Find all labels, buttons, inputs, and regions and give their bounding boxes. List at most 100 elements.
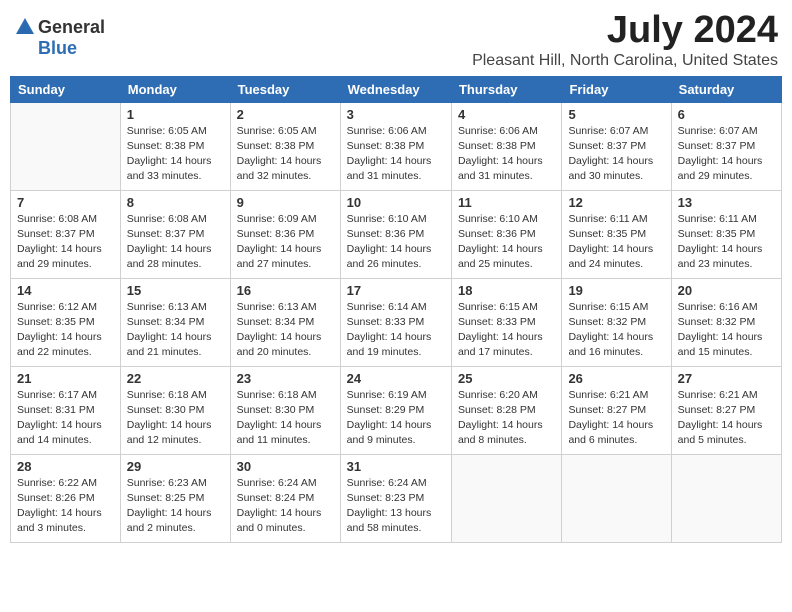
day-info: Sunrise: 6:16 AMSunset: 8:32 PMDaylight:… <box>678 300 775 361</box>
calendar-cell: 6 Sunrise: 6:07 AMSunset: 8:37 PMDaylight… <box>671 102 781 190</box>
day-number: 7 <box>17 195 114 210</box>
day-number: 6 <box>678 107 775 122</box>
day-number: 26 <box>568 371 664 386</box>
day-number: 18 <box>458 283 555 298</box>
calendar-cell: 5 Sunrise: 6:07 AMSunset: 8:37 PMDaylight… <box>562 102 671 190</box>
calendar-cell: 30 Sunrise: 6:24 AMSunset: 8:24 PMDayligh… <box>230 454 340 542</box>
day-number: 13 <box>678 195 775 210</box>
calendar-cell: 26 Sunrise: 6:21 AMSunset: 8:27 PMDayligh… <box>562 366 671 454</box>
calendar-cell: 21 Sunrise: 6:17 AMSunset: 8:31 PMDayligh… <box>11 366 121 454</box>
day-info: Sunrise: 6:17 AMSunset: 8:31 PMDaylight:… <box>17 388 114 449</box>
day-info: Sunrise: 6:14 AMSunset: 8:33 PMDaylight:… <box>347 300 445 361</box>
day-info: Sunrise: 6:10 AMSunset: 8:36 PMDaylight:… <box>347 212 445 273</box>
day-info: Sunrise: 6:06 AMSunset: 8:38 PMDaylight:… <box>458 124 555 185</box>
calendar-table: SundayMondayTuesdayWednesdayThursdayFrid… <box>10 76 782 543</box>
logo-icon <box>14 16 36 38</box>
day-number: 11 <box>458 195 555 210</box>
day-number: 29 <box>127 459 224 474</box>
day-info: Sunrise: 6:15 AMSunset: 8:32 PMDaylight:… <box>568 300 664 361</box>
day-info: Sunrise: 6:21 AMSunset: 8:27 PMDaylight:… <box>678 388 775 449</box>
day-info: Sunrise: 6:06 AMSunset: 8:38 PMDaylight:… <box>347 124 445 185</box>
day-info: Sunrise: 6:11 AMSunset: 8:35 PMDaylight:… <box>568 212 664 273</box>
calendar-cell: 3Sunrise: 6:06 AMSunset: 8:38 PMDaylight… <box>340 102 451 190</box>
calendar-week-row: 7 Sunrise: 6:08 AMSunset: 8:37 PMDaylight… <box>11 190 782 278</box>
day-info: Sunrise: 6:18 AMSunset: 8:30 PMDaylight:… <box>127 388 224 449</box>
calendar-week-row: 21 Sunrise: 6:17 AMSunset: 8:31 PMDayligh… <box>11 366 782 454</box>
calendar-week-row: 28 Sunrise: 6:22 AMSunset: 8:26 PMDayligh… <box>11 454 782 542</box>
day-number: 17 <box>347 283 445 298</box>
day-number: 8 <box>127 195 224 210</box>
calendar-cell: 19 Sunrise: 6:15 AMSunset: 8:32 PMDayligh… <box>562 278 671 366</box>
day-info: Sunrise: 6:18 AMSunset: 8:30 PMDaylight:… <box>237 388 334 449</box>
logo: General Blue <box>14 16 105 59</box>
day-number: 25 <box>458 371 555 386</box>
day-number: 22 <box>127 371 224 386</box>
day-info: Sunrise: 6:24 AMSunset: 8:23 PMDaylight:… <box>347 476 445 537</box>
day-info: Sunrise: 6:09 AMSunset: 8:36 PMDaylight:… <box>237 212 334 273</box>
day-number: 31 <box>347 459 445 474</box>
calendar-cell <box>562 454 671 542</box>
day-info: Sunrise: 6:21 AMSunset: 8:27 PMDaylight:… <box>568 388 664 449</box>
calendar-cell: 8 Sunrise: 6:08 AMSunset: 8:37 PMDaylight… <box>120 190 230 278</box>
calendar-cell: 18 Sunrise: 6:15 AMSunset: 8:33 PMDayligh… <box>451 278 561 366</box>
calendar-cell: 12Sunrise: 6:11 AMSunset: 8:35 PMDayligh… <box>562 190 671 278</box>
day-info: Sunrise: 6:12 AMSunset: 8:35 PMDaylight:… <box>17 300 114 361</box>
calendar-title: July 2024 <box>472 10 778 52</box>
page-header: General Blue July 2024 Pleasant Hill, No… <box>10 10 782 70</box>
day-number: 15 <box>127 283 224 298</box>
day-number: 27 <box>678 371 775 386</box>
day-number: 24 <box>347 371 445 386</box>
calendar-cell: 24 Sunrise: 6:19 AMSunset: 8:29 PMDayligh… <box>340 366 451 454</box>
calendar-cell <box>451 454 561 542</box>
weekday-header: Saturday <box>671 76 781 102</box>
day-number: 28 <box>17 459 114 474</box>
logo-general-text: General <box>38 17 105 38</box>
calendar-cell: 4Sunrise: 6:06 AMSunset: 8:38 PMDaylight… <box>451 102 561 190</box>
calendar-cell: 13Sunrise: 6:11 AMSunset: 8:35 PMDayligh… <box>671 190 781 278</box>
day-info: Sunrise: 6:07 AMSunset: 8:37 PMDaylight:… <box>568 124 664 185</box>
day-number: 16 <box>237 283 334 298</box>
day-number: 23 <box>237 371 334 386</box>
calendar-cell: 7 Sunrise: 6:08 AMSunset: 8:37 PMDaylight… <box>11 190 121 278</box>
calendar-cell: 10Sunrise: 6:10 AMSunset: 8:36 PMDayligh… <box>340 190 451 278</box>
day-number: 5 <box>568 107 664 122</box>
weekday-header: Wednesday <box>340 76 451 102</box>
weekday-header: Tuesday <box>230 76 340 102</box>
calendar-cell: 15Sunrise: 6:13 AMSunset: 8:34 PMDayligh… <box>120 278 230 366</box>
day-info: Sunrise: 6:08 AMSunset: 8:37 PMDaylight:… <box>127 212 224 273</box>
weekday-header: Friday <box>562 76 671 102</box>
calendar-cell: 23 Sunrise: 6:18 AMSunset: 8:30 PMDayligh… <box>230 366 340 454</box>
day-info: Sunrise: 6:10 AMSunset: 8:36 PMDaylight:… <box>458 212 555 273</box>
day-number: 2 <box>237 107 334 122</box>
day-info: Sunrise: 6:13 AMSunset: 8:34 PMDaylight:… <box>237 300 334 361</box>
day-info: Sunrise: 6:24 AMSunset: 8:24 PMDaylight:… <box>237 476 334 537</box>
calendar-week-row: 14Sunrise: 6:12 AMSunset: 8:35 PMDayligh… <box>11 278 782 366</box>
day-number: 20 <box>678 283 775 298</box>
day-info: Sunrise: 6:22 AMSunset: 8:26 PMDaylight:… <box>17 476 114 537</box>
calendar-cell: 11 Sunrise: 6:10 AMSunset: 8:36 PMDayligh… <box>451 190 561 278</box>
day-number: 30 <box>237 459 334 474</box>
day-info: Sunrise: 6:19 AMSunset: 8:29 PMDaylight:… <box>347 388 445 449</box>
calendar-week-row: 1 Sunrise: 6:05 AMSunset: 8:38 PMDaylight… <box>11 102 782 190</box>
calendar-cell: 20 Sunrise: 6:16 AMSunset: 8:32 PMDayligh… <box>671 278 781 366</box>
calendar-cell: 25Sunrise: 6:20 AMSunset: 8:28 PMDayligh… <box>451 366 561 454</box>
calendar-cell: 22 Sunrise: 6:18 AMSunset: 8:30 PMDayligh… <box>120 366 230 454</box>
day-number: 1 <box>127 107 224 122</box>
calendar-cell <box>671 454 781 542</box>
calendar-cell <box>11 102 121 190</box>
calendar-cell: 31 Sunrise: 6:24 AMSunset: 8:23 PMDayligh… <box>340 454 451 542</box>
calendar-header-row: SundayMondayTuesdayWednesdayThursdayFrid… <box>11 76 782 102</box>
day-info: Sunrise: 6:15 AMSunset: 8:33 PMDaylight:… <box>458 300 555 361</box>
weekday-header: Sunday <box>11 76 121 102</box>
calendar-cell: 2Sunrise: 6:05 AMSunset: 8:38 PMDaylight… <box>230 102 340 190</box>
calendar-location: Pleasant Hill, North Carolina, United St… <box>472 52 778 70</box>
day-info: Sunrise: 6:05 AMSunset: 8:38 PMDaylight:… <box>127 124 224 185</box>
weekday-header: Thursday <box>451 76 561 102</box>
calendar-cell: 16 Sunrise: 6:13 AMSunset: 8:34 PMDayligh… <box>230 278 340 366</box>
weekday-header: Monday <box>120 76 230 102</box>
day-info: Sunrise: 6:08 AMSunset: 8:37 PMDaylight:… <box>17 212 114 273</box>
day-number: 19 <box>568 283 664 298</box>
day-info: Sunrise: 6:23 AMSunset: 8:25 PMDaylight:… <box>127 476 224 537</box>
day-number: 21 <box>17 371 114 386</box>
day-info: Sunrise: 6:07 AMSunset: 8:37 PMDaylight:… <box>678 124 775 185</box>
